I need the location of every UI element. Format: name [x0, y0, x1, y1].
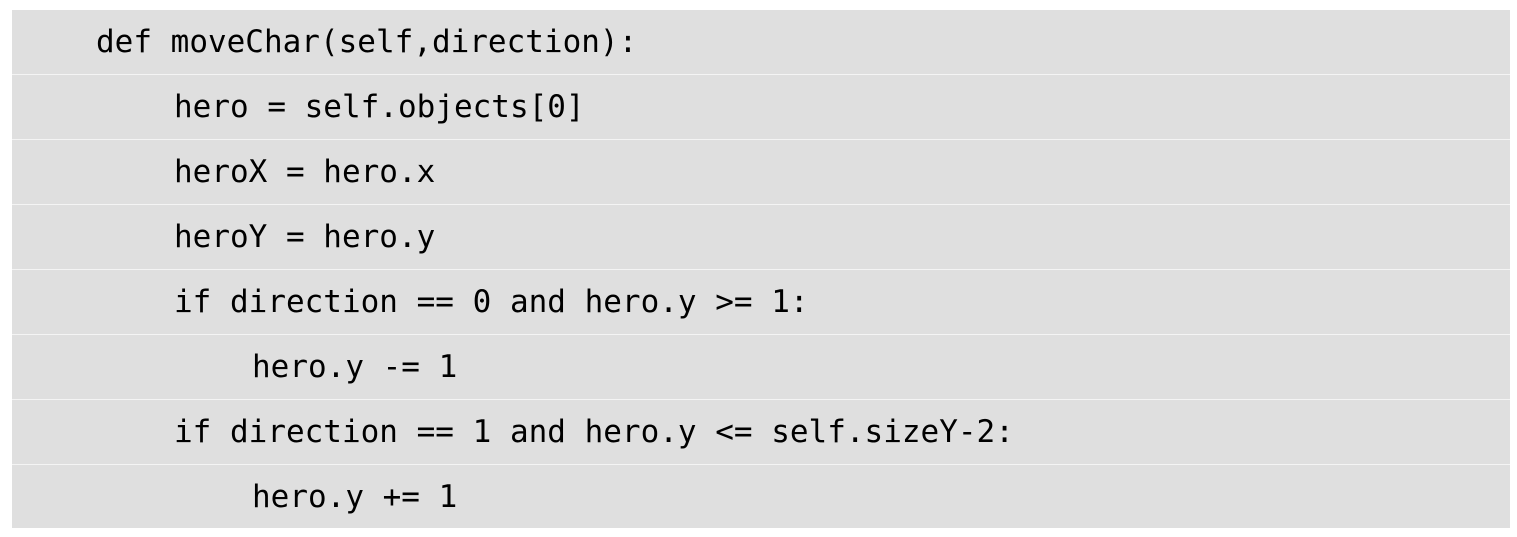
code-line-hero-assign: hero = self.objects[0] — [12, 75, 1510, 140]
page: def moveChar(self,direction): hero = sel… — [0, 0, 1517, 537]
code-line-herox-assign: heroX = hero.x — [12, 140, 1510, 205]
code-line-heroy-assign: heroY = hero.y — [12, 205, 1510, 270]
code-line-if-direction-0: if direction == 0 and hero.y >= 1: — [12, 270, 1510, 335]
code-block: def moveChar(self,direction): hero = sel… — [12, 10, 1510, 528]
code-line-if-direction-1: if direction == 1 and hero.y <= self.siz… — [12, 400, 1510, 465]
code-line-increment-y: hero.y += 1 — [252, 479, 458, 515]
code-line-decrement-y: hero.y -= 1 — [12, 335, 1510, 400]
code-line-def: def moveChar(self,direction): — [12, 10, 1510, 75]
